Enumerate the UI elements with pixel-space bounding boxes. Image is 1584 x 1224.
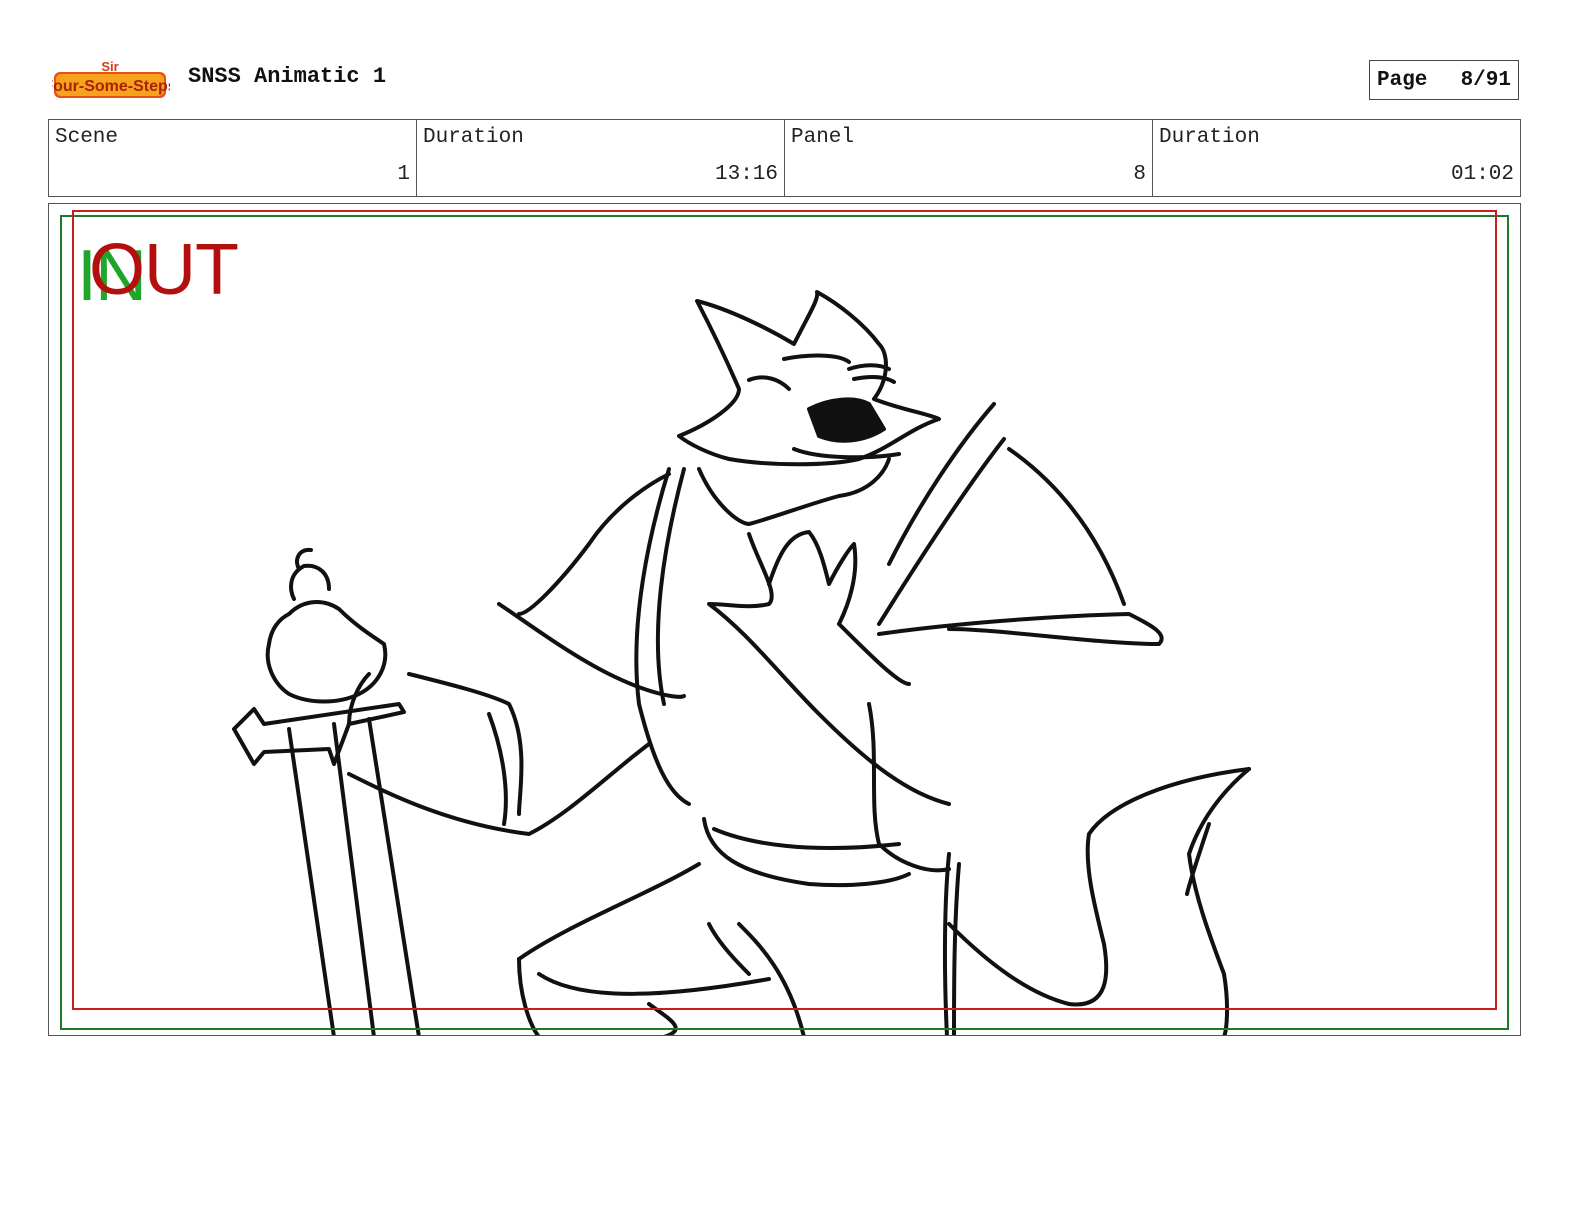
in-out-marker: IN OUT (77, 234, 277, 314)
wolf-knight-sketch (232, 290, 1251, 1035)
document-title: SNSS Animatic 1 (188, 64, 387, 89)
panel-value: 8 (1133, 163, 1146, 186)
svg-text:Four-Some-Steps: Four-Some-Steps (52, 78, 170, 95)
studio-logo: Sir Four-Some-Steps (43, 58, 177, 104)
page-indicator: Page 8/91 (1369, 60, 1519, 100)
page-label: Page (1377, 68, 1428, 92)
out-marker: OUT (89, 230, 239, 310)
panel-info-table: Scene 1 Duration 13:16 Panel 8 Duration … (48, 119, 1521, 197)
panel-duration-label: Duration (1159, 126, 1260, 149)
scene-duration-label: Duration (423, 126, 524, 149)
svg-text:Sir: Sir (101, 59, 118, 74)
panel-duration-cell: Duration 01:02 (1153, 120, 1520, 196)
page-number: 8/91 (1460, 68, 1511, 92)
storyboard-panel: IN OUT (48, 203, 1521, 1036)
scene-duration-cell: Duration 13:16 (417, 120, 785, 196)
scene-cell: Scene 1 (49, 120, 417, 196)
scene-label: Scene (55, 126, 119, 149)
scene-duration-value: 13:16 (714, 163, 778, 186)
panel-cell: Panel 8 (785, 120, 1153, 196)
panel-label: Panel (791, 126, 855, 149)
scene-value: 1 (397, 163, 410, 186)
panel-duration-value: 01:02 (1450, 163, 1514, 186)
